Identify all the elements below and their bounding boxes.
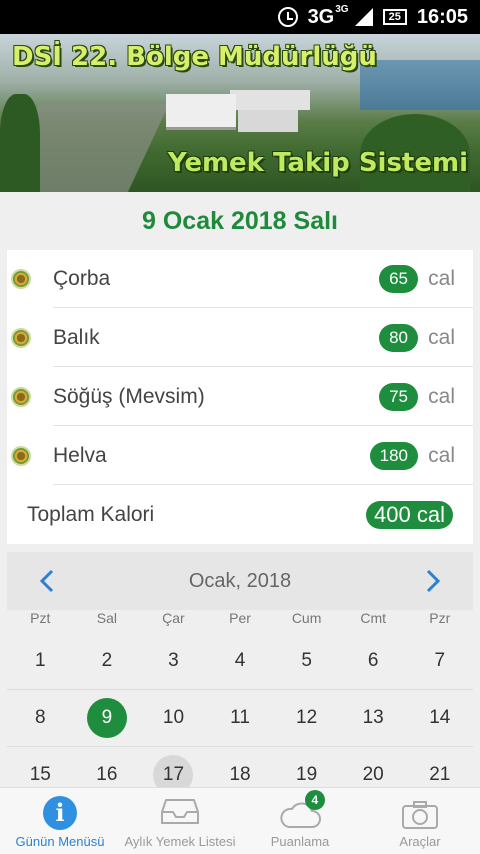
total-badge: 400 cal: [366, 501, 453, 529]
divider: [53, 366, 473, 367]
food-icon: [11, 269, 31, 289]
food-name: Çorba: [53, 267, 111, 290]
calendar-day[interactable]: 3: [140, 641, 207, 681]
battery-icon: 25: [382, 9, 407, 25]
calendar-day[interactable]: 14: [406, 698, 473, 738]
nav-rating[interactable]: 4 Puanlama: [240, 788, 360, 854]
nav-label: Günün Menüsü: [15, 834, 105, 849]
total-label: Toplam Kalori: [27, 503, 155, 526]
calendar-day[interactable]: 2: [74, 641, 141, 681]
total-calories-row: Toplam Kalori 400 cal: [7, 486, 473, 544]
calendar-day[interactable]: 5: [273, 641, 340, 681]
weekday-label: Cmt: [360, 610, 387, 626]
nav-daily-menu[interactable]: i Günün Menüsü: [0, 788, 120, 854]
food-name: Helva: [53, 444, 107, 467]
menu-item[interactable]: Helva 180 cal: [7, 427, 473, 485]
calendar-month-label: Ocak, 2018: [188, 569, 292, 592]
nav-label: Araçlar: [399, 834, 441, 849]
network-indicator: 3G 3G: [307, 3, 349, 28]
calendar-day[interactable]: 12: [273, 698, 340, 738]
camera-icon: [402, 801, 438, 829]
calorie-badge: 180: [369, 442, 418, 470]
divider: [53, 307, 473, 308]
info-icon: i: [43, 796, 77, 830]
calendar-day[interactable]: 13: [340, 698, 407, 738]
calorie-unit: cal: [428, 326, 455, 349]
notification-badge: 4: [304, 790, 325, 810]
weekday-label: Cum: [291, 610, 322, 626]
calorie-unit: cal: [428, 444, 455, 467]
banner-building: [230, 90, 310, 110]
weekday-label: Sal: [96, 610, 117, 626]
food-icon: [11, 387, 31, 407]
nav-label: Aylık Yemek Listesi: [124, 834, 236, 849]
calorie-badge: 75: [379, 383, 418, 411]
weekday-label: Çar: [162, 610, 185, 626]
menu-card: Çorba 65 cal Balık 80 cal Söğüş (Mevsim)…: [7, 250, 473, 544]
food-name: Söğüş (Mevsim): [53, 385, 205, 408]
calendar-day[interactable]: 7: [406, 641, 473, 681]
alarm-icon: [277, 7, 298, 27]
calendar-day[interactable]: 8: [7, 698, 74, 738]
weekday-label: Pzt: [30, 610, 51, 626]
banner-building: [238, 110, 298, 132]
nav-monthly-list[interactable]: Aylık Yemek Listesi: [120, 788, 240, 854]
food-icon: [11, 328, 31, 348]
divider: [53, 484, 473, 485]
nav-tools[interactable]: Araçlar: [360, 788, 480, 854]
calendar-week: 8 9 10 11 12 13 14: [7, 690, 473, 747]
nav-label: Puanlama: [270, 834, 330, 849]
chevron-left-icon[interactable]: [35, 568, 61, 594]
calendar-day[interactable]: 6: [340, 641, 407, 681]
menu-item[interactable]: Çorba 65 cal: [7, 250, 473, 308]
calendar-day[interactable]: 4: [207, 641, 274, 681]
calorie-badge: 65: [379, 265, 418, 293]
header-banner: DSİ 22. Bölge Müdürlüğü Yemek Takip Sist…: [0, 34, 480, 192]
food-name: Balık: [53, 326, 100, 349]
divider: [53, 425, 473, 426]
food-icon: [11, 446, 31, 466]
banner-subtitle: Yemek Takip Sistemi: [167, 148, 468, 178]
calorie-unit: cal: [428, 267, 455, 290]
menu-item[interactable]: Söğüş (Mevsim) 75 cal: [7, 368, 473, 426]
chevron-right-icon[interactable]: [419, 568, 445, 594]
weekday-label: Pzr: [429, 610, 451, 626]
weekday-label: Per: [229, 610, 251, 626]
inbox-icon: [161, 799, 199, 824]
calendar-day[interactable]: 1: [7, 641, 74, 681]
banner-building: [166, 94, 236, 130]
calorie-badge: 80: [379, 324, 418, 352]
calendar-day-selected[interactable]: 9: [74, 698, 141, 738]
calendar-week: 1 2 3 4 5 6 7: [7, 633, 473, 690]
page-title: 9 Ocak 2018 Salı: [142, 207, 338, 235]
signal-icon: [354, 8, 373, 26]
bottom-navigation: i Günün Menüsü Aylık Yemek Listesi 4 Pua…: [0, 787, 480, 854]
calendar-header: Ocak, 2018: [7, 552, 473, 610]
banner-sea: [360, 60, 480, 110]
status-bar: 3G 3G 25 16:05: [0, 0, 480, 34]
calendar-weekdays: Pzt Sal Çar Per Cum Cmt Pzr: [7, 610, 473, 632]
clock: 16:05: [416, 5, 468, 28]
calendar-day[interactable]: 10: [140, 698, 207, 738]
banner-tree: [0, 94, 40, 192]
banner-title: DSİ 22. Bölge Müdürlüğü: [12, 42, 377, 72]
menu-item[interactable]: Balık 80 cal: [7, 309, 473, 367]
calendar-day[interactable]: 11: [207, 698, 274, 738]
calorie-unit: cal: [428, 385, 455, 408]
